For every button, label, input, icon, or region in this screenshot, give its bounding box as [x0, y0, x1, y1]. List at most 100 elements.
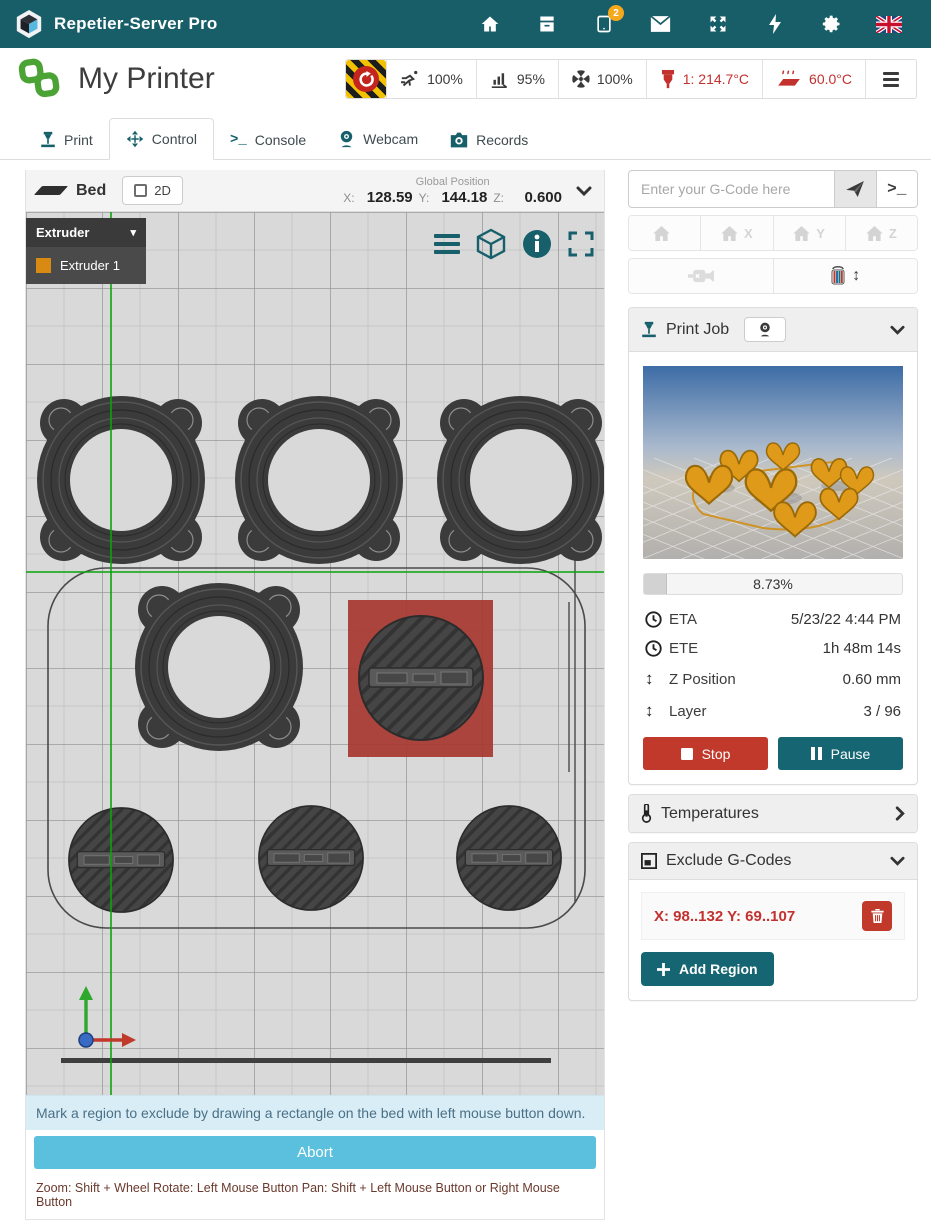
stop-button[interactable]: Stop: [643, 737, 768, 770]
emergency-stop-button[interactable]: [346, 60, 386, 98]
home-z-button[interactable]: Z: [845, 216, 917, 250]
tab-console[interactable]: >_ Console: [214, 121, 322, 159]
stat-label: Layer: [669, 703, 707, 720]
server-box-icon[interactable]: [518, 14, 575, 34]
printer-menu-icon[interactable]: [879, 72, 903, 87]
gear-icon[interactable]: [803, 14, 860, 34]
excluded-region-row: X: 98..132 Y: 69..107: [641, 892, 905, 940]
toggle-2d-label: 2D: [154, 183, 171, 198]
printer-header: My Printer 100% 95%: [0, 48, 931, 110]
webcam-icon: [758, 322, 772, 337]
home-icon[interactable]: [461, 14, 518, 34]
fan-icon: [572, 70, 590, 88]
bolt-icon[interactable]: [746, 14, 803, 34]
extruder-item[interactable]: Extruder 1: [26, 247, 146, 284]
stat-value: 5/23/22 4:44 PM: [791, 611, 901, 628]
fan-status[interactable]: 100%: [558, 60, 646, 98]
tab-label: Console: [255, 132, 306, 148]
motors-off-button[interactable]: [629, 259, 773, 293]
app-title: Repetier-Server Pro: [54, 14, 217, 34]
global-position: Global Position X: 128.59 Y: 144.18 Z: 0…: [343, 176, 562, 206]
caret-down-icon: ▾: [130, 226, 136, 239]
bed-canvas[interactable]: Extruder ▾ Extruder 1: [26, 212, 604, 1095]
abort-button[interactable]: Abort: [34, 1136, 596, 1169]
tab-label: Print: [64, 132, 93, 148]
layer-row: ↕ Layer 3 / 96: [629, 695, 917, 727]
printer-menu-cell: [865, 60, 916, 98]
exclude-gcodes-header[interactable]: Exclude G-Codes: [629, 843, 917, 880]
tab-print[interactable]: Print: [24, 120, 109, 159]
stat-value: 0.60 mm: [843, 671, 901, 688]
expand-icon[interactable]: [689, 14, 746, 34]
tab-webcam[interactable]: Webcam: [322, 119, 434, 159]
print-job-panel: Print Job: [628, 307, 918, 785]
extruder-dropdown[interactable]: Extruder ▾ Extruder 1: [26, 218, 146, 284]
excluded-region-coords: X: 98..132 Y: 69..107: [654, 908, 795, 925]
z-label: Z:: [493, 191, 504, 205]
home-all-button[interactable]: [629, 216, 700, 250]
toggle-2d-button[interactable]: 2D: [122, 176, 183, 205]
tab-control[interactable]: Control: [109, 118, 214, 160]
console-icon: >_: [230, 132, 247, 148]
console-icon: >_: [887, 180, 906, 198]
print-icon: [641, 321, 657, 338]
power-plug-icon: [688, 268, 714, 284]
add-region-button[interactable]: Add Region: [641, 952, 774, 986]
tab-bar: Print Control >_ Console Webcam Records: [0, 110, 931, 160]
home-y-button[interactable]: Y: [773, 216, 845, 250]
tab-records[interactable]: Records: [434, 121, 544, 159]
stat-value: 3 / 96: [863, 703, 901, 720]
cube-3d-icon[interactable]: [476, 228, 506, 260]
preview-webcam-toggle[interactable]: [744, 317, 786, 342]
home-x-button[interactable]: X: [700, 216, 772, 250]
stat-label: Z Position: [669, 671, 736, 688]
tablet-icon[interactable]: 2: [575, 14, 632, 34]
temperatures-header[interactable]: Temperatures: [629, 795, 917, 832]
layers-menu-icon[interactable]: [434, 234, 460, 254]
z-position-row: ↕ Z Position 0.60 mm: [629, 663, 917, 695]
speed-status[interactable]: 100%: [386, 60, 476, 98]
eta-row: ETA 5/23/22 4:44 PM: [629, 605, 917, 634]
up-down-arrow-icon: ↕: [645, 701, 669, 721]
chevron-right-icon: [895, 806, 905, 821]
bed-render: [26, 212, 604, 1095]
home-icon: [653, 226, 670, 241]
home-buttons: X Y Z: [628, 215, 918, 251]
delete-region-button[interactable]: [862, 901, 892, 931]
bed-view-card: Bed 2D Global Position X: 128.59 Y: 144.…: [25, 170, 605, 1220]
canvas-hint: Zoom: Shift + Wheel Rotate: Left Mouse B…: [26, 1175, 604, 1219]
open-console-button[interactable]: >_: [877, 170, 919, 208]
clock-icon: [645, 611, 669, 628]
region-icon: [641, 853, 657, 869]
filament-move-button[interactable]: ↕: [773, 259, 918, 293]
plus-icon: [657, 963, 670, 976]
gcode-bar: >_: [628, 170, 918, 208]
up-down-arrow-icon: ↕: [645, 669, 669, 689]
checkbox-icon: [134, 184, 147, 197]
flow-icon: [490, 70, 510, 88]
uk-flag-icon[interactable]: [860, 16, 917, 33]
mail-icon[interactable]: [632, 16, 689, 32]
navbar: Repetier-Server Pro 2: [0, 0, 931, 48]
flow-status[interactable]: 95%: [476, 60, 558, 98]
fullscreen-icon[interactable]: [568, 231, 594, 257]
print-job-header[interactable]: Print Job: [629, 308, 917, 352]
notification-badge: 2: [608, 5, 624, 21]
exclude-gcodes-panel: Exclude G-Codes X: 98..132 Y: 69..107 Ad…: [628, 842, 918, 1001]
gcode-input[interactable]: [628, 170, 835, 208]
print-icon: [40, 131, 56, 148]
extruder-temp-status[interactable]: 1: 214.7°C: [646, 60, 762, 98]
emergency-stop-cell: [346, 60, 386, 98]
send-gcode-button[interactable]: [835, 170, 877, 208]
extruder-temp-icon: [660, 70, 676, 89]
collapse-bed-chevron-icon[interactable]: [576, 186, 592, 196]
status-bar: 100% 95% 100% 1: 214.7°C: [345, 59, 917, 99]
webcam-icon: [338, 130, 355, 148]
app-logo-icon: [14, 9, 44, 39]
bed-icon: [34, 186, 68, 195]
stat-label: ETA: [669, 611, 697, 628]
pause-button[interactable]: Pause: [778, 737, 903, 770]
print-job-title: Print Job: [666, 321, 729, 339]
info-icon[interactable]: [522, 229, 552, 259]
bed-temp-status[interactable]: 60.0°C: [762, 60, 865, 98]
